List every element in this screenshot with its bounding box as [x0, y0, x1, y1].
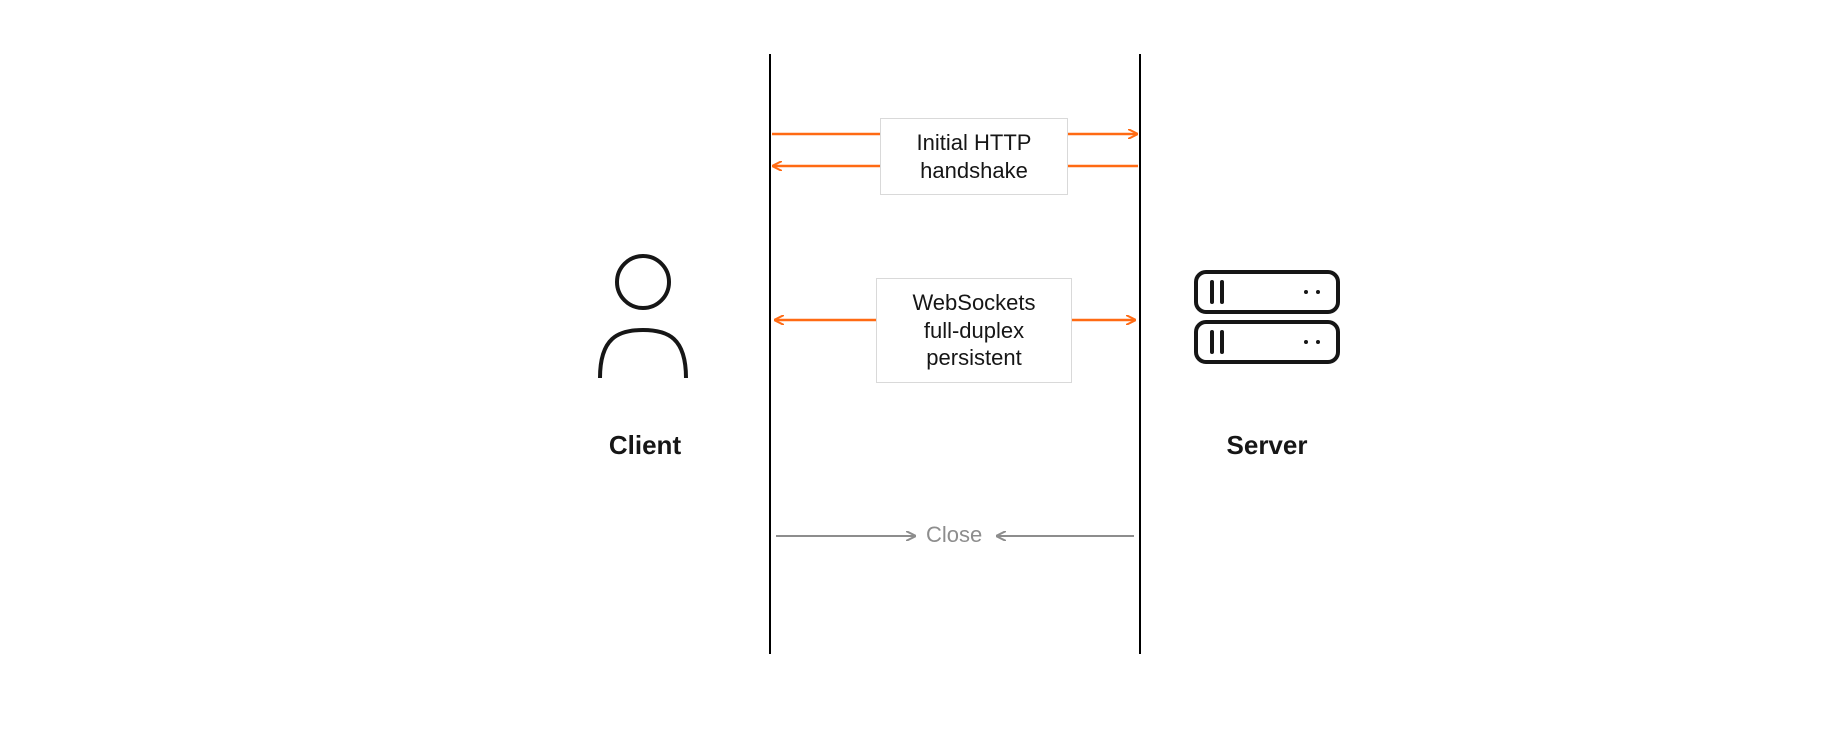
client-icon	[588, 250, 698, 385]
server-label: Server	[1192, 430, 1342, 461]
client-label: Client	[570, 430, 720, 461]
client-lifeline	[769, 54, 771, 654]
handshake-box: Initial HTTPhandshake	[880, 118, 1068, 195]
websocket-sequence-diagram: Client Server Initial HTTPhandshake WebS…	[0, 0, 1840, 745]
server-icon	[1192, 268, 1342, 373]
handshake-text: Initial HTTPhandshake	[917, 130, 1032, 183]
server-lifeline	[1139, 54, 1141, 654]
websocket-text: WebSocketsfull-duplexpersistent	[912, 290, 1035, 370]
close-label: Close	[926, 522, 982, 548]
websocket-box: WebSocketsfull-duplexpersistent	[876, 278, 1072, 383]
